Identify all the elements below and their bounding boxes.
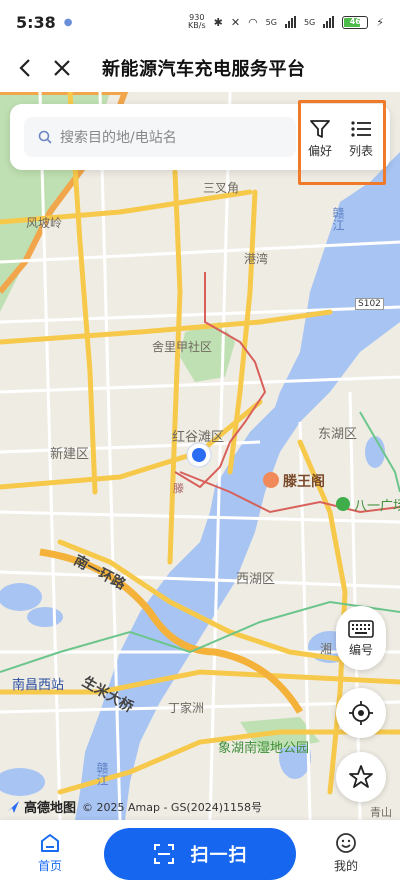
battery-icon: 46 bbox=[342, 15, 369, 29]
map-label-donghu: 东湖区 bbox=[318, 427, 358, 442]
wifi-icon: ◠ bbox=[248, 15, 258, 29]
close-button[interactable] bbox=[44, 50, 80, 86]
map-label-ganjiang-bottom: 赣江 bbox=[95, 762, 109, 786]
map-label-dingjiazhou: 丁家洲 bbox=[168, 701, 205, 715]
star-icon bbox=[349, 765, 373, 788]
title-bar: 新能源汽车充电服务平台 bbox=[0, 44, 400, 92]
map-label-ganjiang-top: 赣江 bbox=[331, 207, 345, 231]
search-input[interactable]: 搜索目的地/电站名 bbox=[24, 117, 296, 157]
battery-level: 46 bbox=[349, 16, 361, 26]
scan-label: 扫一扫 bbox=[190, 845, 248, 866]
net-speed-unit: KB/s bbox=[188, 21, 206, 30]
status-time: 5:38 bbox=[16, 12, 56, 32]
map-label-teng-small: 滕 bbox=[173, 482, 184, 495]
map-label-xiang: 湘 bbox=[320, 642, 333, 656]
nav-home-label: 首页 bbox=[38, 859, 63, 873]
back-button[interactable] bbox=[8, 50, 44, 86]
home-icon bbox=[41, 834, 59, 852]
signal-5g-label-2: 5G bbox=[303, 17, 316, 27]
page-title: 新能源汽车充电服务平台 bbox=[102, 59, 306, 80]
notification-icon: ● bbox=[63, 16, 73, 28]
map-label-xianghu: 象湖南湿地公园 bbox=[218, 741, 310, 756]
amap-logo-text: 高德地图 bbox=[24, 801, 77, 816]
map-label-sanchajiao: 三叉角 bbox=[203, 181, 240, 195]
map-label-honggutan: 红谷滩区 bbox=[172, 430, 225, 445]
chevron-left-icon bbox=[19, 59, 30, 77]
map-label-fengboling: 风坡岭 bbox=[26, 216, 63, 230]
map-label-shelijiashequ: 舍里甲社区 bbox=[152, 340, 213, 354]
map-attribution: 高德地图 © 2025 Amap - GS(2024)1158号 bbox=[6, 797, 262, 816]
net-speed: 930 KB/s bbox=[188, 14, 206, 30]
map-label-xihu: 西湖区 bbox=[236, 572, 276, 587]
smiley-icon bbox=[336, 833, 356, 853]
map-label-qingshan: 青山 bbox=[370, 806, 392, 819]
metro-station-icon bbox=[336, 497, 350, 511]
bottom-nav: 首页 扫一扫 我的 bbox=[0, 820, 400, 889]
landmark-icon bbox=[263, 472, 279, 488]
locate-button[interactable] bbox=[336, 688, 386, 738]
search-placeholder: 搜索目的地/电站名 bbox=[60, 130, 177, 146]
map-label-xinjian: 新建区 bbox=[50, 447, 90, 462]
map-label-tengwangge: 滕王阁 bbox=[283, 474, 325, 490]
signal-icon-1 bbox=[284, 16, 296, 28]
code-label: 编号 bbox=[348, 642, 373, 657]
code-search-button[interactable]: 编号 bbox=[336, 606, 386, 670]
bluetooth-icon: ✱ bbox=[213, 15, 223, 29]
locate-icon bbox=[349, 701, 373, 725]
nav-mine[interactable]: 我的 bbox=[334, 832, 358, 874]
map-label-bayiguangchang: 八一广场 bbox=[354, 499, 400, 514]
nav-mine-label: 我的 bbox=[334, 859, 359, 873]
charging-icon: ⚡ bbox=[376, 15, 384, 29]
amap-logo-icon bbox=[7, 800, 19, 813]
status-bar: 5:38 ● 930 KB/s ✱ ✕ ◠ 5G 5G 46 ⚡ bbox=[0, 0, 400, 44]
attribution-text: © 2025 Amap - GS(2024)1158号 bbox=[82, 800, 263, 814]
highlight-box bbox=[298, 100, 386, 185]
mute-icon: ✕ bbox=[230, 15, 241, 29]
signal-5g-label-1: 5G bbox=[265, 17, 277, 27]
signal-icon-2 bbox=[323, 16, 335, 28]
map-label-gangwan: 港湾 bbox=[244, 252, 269, 266]
favorite-button[interactable] bbox=[336, 752, 386, 802]
scan-button[interactable]: 扫一扫 bbox=[104, 828, 296, 880]
nav-home[interactable]: 首页 bbox=[38, 832, 62, 874]
map-label-nanchangxizhan: 南昌西站 bbox=[12, 678, 65, 693]
scan-icon bbox=[153, 844, 174, 864]
search-icon bbox=[38, 130, 52, 144]
close-icon bbox=[54, 60, 70, 76]
keyboard-icon bbox=[348, 619, 374, 638]
map-label-s102: S102 bbox=[355, 298, 384, 310]
